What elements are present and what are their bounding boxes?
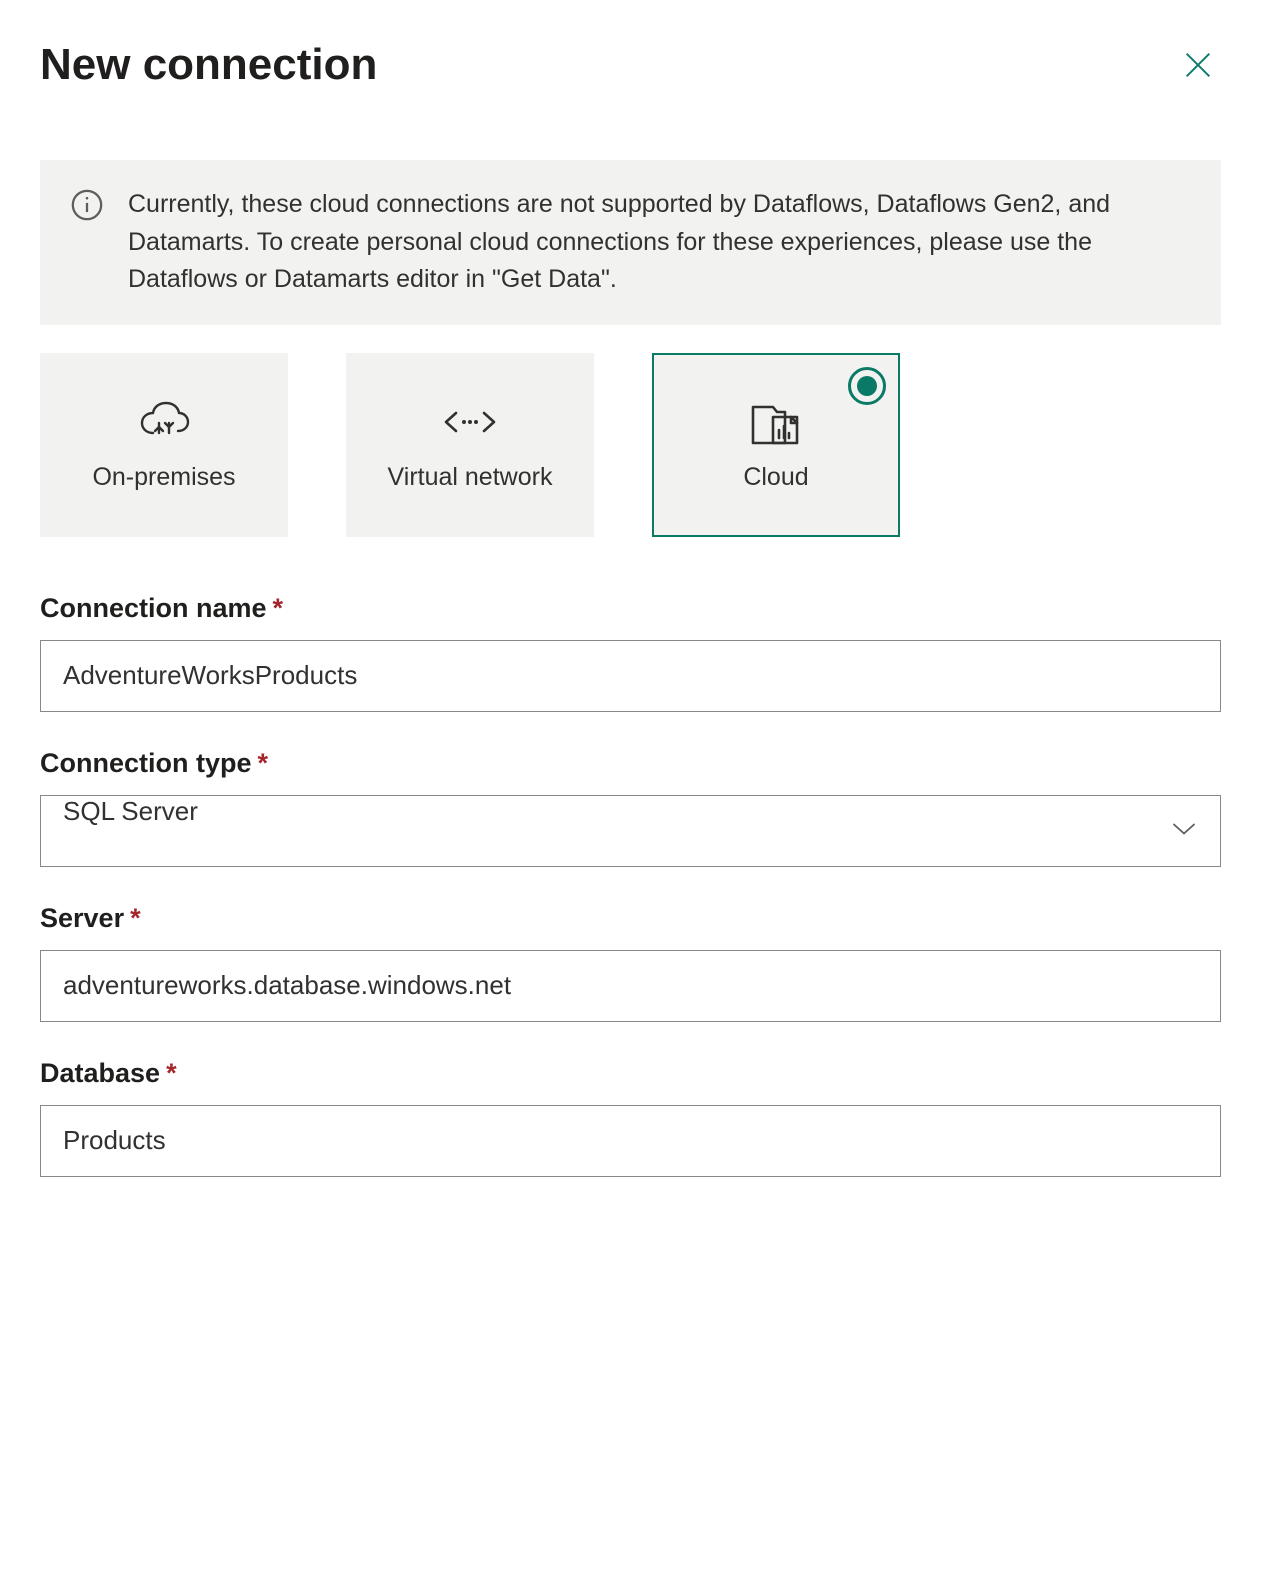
tile-label: On-premises bbox=[92, 461, 235, 495]
field-connection-name: Connection name* bbox=[40, 593, 1221, 712]
cloud-sync-icon bbox=[136, 395, 192, 449]
close-button[interactable] bbox=[1175, 42, 1221, 88]
field-server: Server* bbox=[40, 903, 1221, 1022]
selected-indicator-icon bbox=[848, 367, 886, 405]
close-icon bbox=[1181, 48, 1215, 82]
tile-cloud[interactable]: Cloud bbox=[652, 353, 900, 537]
label-text: Connection name bbox=[40, 593, 267, 623]
database-input[interactable] bbox=[40, 1105, 1221, 1177]
cloud-doc-icon bbox=[747, 395, 805, 449]
field-database: Database* bbox=[40, 1058, 1221, 1177]
required-asterisk: * bbox=[258, 748, 269, 778]
info-banner: Currently, these cloud connections are n… bbox=[40, 160, 1221, 325]
info-icon bbox=[70, 186, 104, 299]
connection-type-select[interactable]: SQL Server bbox=[40, 795, 1221, 867]
dialog-title: New connection bbox=[40, 40, 377, 90]
field-label: Connection type* bbox=[40, 748, 1221, 779]
required-asterisk: * bbox=[130, 903, 141, 933]
tile-on-premises[interactable]: On-premises bbox=[40, 353, 288, 537]
required-asterisk: * bbox=[273, 593, 284, 623]
required-asterisk: * bbox=[166, 1058, 177, 1088]
network-icon bbox=[442, 395, 498, 449]
connection-name-input[interactable] bbox=[40, 640, 1221, 712]
field-label: Connection name* bbox=[40, 593, 1221, 624]
label-text: Database bbox=[40, 1058, 160, 1088]
tile-label: Cloud bbox=[743, 461, 808, 495]
connection-location-tiles: On-premises Virtual network bbox=[40, 353, 1221, 537]
tile-label: Virtual network bbox=[388, 461, 553, 495]
label-text: Connection type bbox=[40, 748, 252, 778]
field-connection-type: Connection type* SQL Server bbox=[40, 748, 1221, 867]
server-input[interactable] bbox=[40, 950, 1221, 1022]
field-label: Server* bbox=[40, 903, 1221, 934]
label-text: Server bbox=[40, 903, 124, 933]
field-label: Database* bbox=[40, 1058, 1221, 1089]
info-message: Currently, these cloud connections are n… bbox=[128, 186, 1191, 299]
tile-virtual-network[interactable]: Virtual network bbox=[346, 353, 594, 537]
